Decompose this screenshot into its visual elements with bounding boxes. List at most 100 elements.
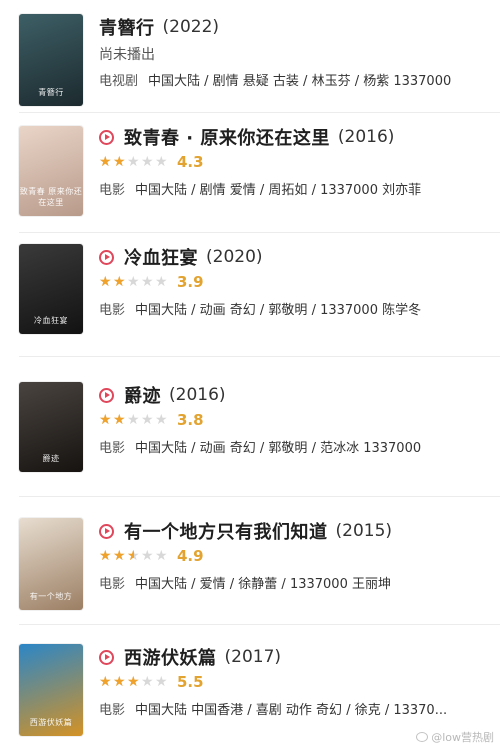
rating-stars: ★ ★ ★ ★ ★ ★ ★ [99, 155, 169, 169]
star-icon: ★ ★ [127, 548, 140, 564]
poster-title-text: 致青春 原来你还在这里 [19, 187, 83, 207]
title-row: 冷血狂宴 (2020) [99, 244, 492, 270]
star-icon: ★ ★ [99, 412, 112, 428]
star-icon: ★ ★ [99, 548, 112, 564]
meta-text: 中国大陆 中国香港 / 喜剧 动作 奇幻 / 徐克 / 13370... [135, 703, 448, 718]
meta-text: 中国大陆 / 爱情 / 徐静蕾 / 1337000 王丽坤 [135, 577, 391, 592]
movie-poster[interactable]: 致青春 原来你还在这里 [19, 126, 83, 216]
movie-title[interactable]: 冷血狂宴 [124, 244, 198, 270]
movie-year: (2017) [224, 647, 282, 667]
star-icon: ★ ★ [113, 548, 126, 564]
star-icon: ★ [127, 274, 140, 290]
divider [19, 356, 500, 357]
list-item[interactable]: 西游伏妖篇 西游伏妖篇 (2017) ★ ★ ★ ★ ★ ★ ★ ★ 5.5 电影 中国大陆 中国香港 /… [0, 644, 500, 742]
meta-text: 中国大陆 / 动画 奇幻 / 郭敬明 / 1337000 陈学冬 [135, 303, 422, 318]
star-icon: ★ ★ [113, 274, 126, 290]
star-icon: ★ ★ [113, 154, 126, 170]
star-icon: ★ [141, 274, 154, 290]
movie-title[interactable]: 爵迹 [124, 382, 161, 408]
movie-meta: 电影 中国大陆 / 动画 奇幻 / 郭敬明 / 范冰冰 1337000 [99, 437, 492, 456]
movie-title[interactable]: 有一个地方只有我们知道 [124, 518, 328, 544]
divider [19, 112, 500, 113]
movie-info: 爵迹 (2016) ★ ★ ★ ★ ★ ★ ★ 3.8 电影 中国大陆 / 动画 奇幻 / 郭敬明 /… [99, 382, 492, 456]
meta-text: 中国大陆 / 剧情 悬疑 古装 / 林玉芬 / 杨紫 1337000 [148, 74, 452, 89]
star-icon: ★ [155, 412, 168, 428]
star-icon: ★ ★ [99, 274, 112, 290]
movie-poster[interactable]: 冷血狂宴 [19, 244, 83, 334]
movie-info: 西游伏妖篇 (2017) ★ ★ ★ ★ ★ ★ ★ ★ 5.5 电影 中国大陆 中国香港 / 喜剧 动… [99, 644, 492, 718]
category-label: 电影 [99, 303, 126, 318]
weibo-icon [416, 732, 429, 742]
list-item[interactable]: 爵迹 爵迹 (2016) ★ ★ ★ ★ ★ ★ ★ 3.8 电影 中国大陆 / 动画 奇幻 / 郭敬明… [0, 382, 500, 478]
star-icon: ★ ★ [99, 674, 112, 690]
title-row: 致青春 · 原来你还在这里 (2016) [99, 124, 492, 150]
star-icon: ★ [141, 548, 154, 564]
movie-title[interactable]: 致青春 · 原来你还在这里 [124, 124, 330, 150]
play-icon[interactable] [99, 387, 114, 403]
star-icon: ★ ★ [113, 412, 126, 428]
category-label: 电视剧 [99, 74, 139, 89]
star-icon: ★ ★ [99, 154, 112, 170]
list-item[interactable]: 青簪行 青簪行 (2022) 尚未播出 电视剧 中国大陆 / 剧情 悬疑 古装 / 林玉芬… [0, 14, 500, 112]
title-row: 爵迹 (2016) [99, 382, 492, 408]
poster-title-text: 西游伏妖篇 [29, 718, 73, 727]
watermark: @low营热剧 [416, 729, 494, 745]
list-item[interactable]: 有一个地方 有一个地方只有我们知道 (2015) ★ ★ ★ ★ ★ ★ ★ ★ 4.9 电影 中国大陆 … [0, 518, 500, 616]
movie-poster[interactable]: 青簪行 [19, 14, 83, 106]
list-item[interactable]: 致青春 原来你还在这里 致青春 · 原来你还在这里 (2016) ★ ★ ★ ★ ★ ★ ★ 4.3… [0, 124, 500, 220]
movie-info: 有一个地方只有我们知道 (2015) ★ ★ ★ ★ ★ ★ ★ ★ 4.9 电影 中国大陆 / 爱情 … [99, 518, 492, 592]
category-label: 电影 [99, 183, 126, 198]
poster-title-text: 冷血狂宴 [34, 316, 68, 325]
rating-score: 3.9 [177, 273, 204, 291]
star-icon: ★ [155, 674, 168, 690]
movie-info: 冷血狂宴 (2020) ★ ★ ★ ★ ★ ★ ★ 3.9 电影 中国大陆 / 动画 奇幻 / 郭敬明… [99, 244, 492, 318]
star-icon: ★ [141, 154, 154, 170]
poster-title-text: 爵迹 [42, 454, 60, 463]
rating-stars: ★ ★ ★ ★ ★ ★ ★ ★ [99, 675, 169, 689]
movie-year: (2015) [335, 521, 393, 541]
rating-score: 4.3 [177, 153, 204, 171]
star-icon: ★ [155, 274, 168, 290]
poster-title-text: 有一个地方 [29, 592, 73, 601]
star-icon: ★ [127, 154, 140, 170]
category-label: 电影 [99, 577, 126, 592]
rating-row: ★ ★ ★ ★ ★ ★ ★ ★ 4.9 [99, 545, 492, 567]
rating-stars: ★ ★ ★ ★ ★ ★ ★ ★ [99, 549, 169, 563]
movie-title[interactable]: 青簪行 [99, 14, 155, 40]
movie-poster[interactable]: 爵迹 [19, 382, 83, 472]
movie-title[interactable]: 西游伏妖篇 [124, 644, 217, 670]
meta-text: 中国大陆 / 动画 奇幻 / 郭敬明 / 范冰冰 1337000 [135, 441, 422, 456]
movie-info: 青簪行 (2022) 尚未播出 电视剧 中国大陆 / 剧情 悬疑 古装 / 林玉芬 / … [99, 14, 492, 89]
release-status: 尚未播出 [99, 47, 155, 63]
movie-year: (2016) [169, 385, 226, 405]
play-icon[interactable] [99, 523, 114, 539]
star-icon: ★ ★ [113, 674, 126, 690]
movie-poster[interactable]: 有一个地方 [19, 518, 83, 610]
star-icon: ★ [141, 674, 154, 690]
rating-stars: ★ ★ ★ ★ ★ ★ ★ [99, 413, 169, 427]
title-row: 有一个地方只有我们知道 (2015) [99, 518, 492, 544]
movie-meta: 电视剧 中国大陆 / 剧情 悬疑 古装 / 林玉芬 / 杨紫 1337000 [99, 70, 492, 89]
movie-year: (2020) [206, 247, 263, 267]
movie-year: (2016) [337, 127, 395, 147]
poster-title-text: 青簪行 [38, 88, 64, 97]
rating-row: ★ ★ ★ ★ ★ ★ ★ 4.3 [99, 151, 492, 173]
divider [19, 624, 500, 625]
star-icon: ★ [141, 412, 154, 428]
play-icon[interactable] [99, 649, 114, 665]
play-icon[interactable] [99, 249, 114, 265]
rating-score: 4.9 [177, 547, 204, 565]
star-icon: ★ [155, 154, 168, 170]
rating-row: ★ ★ ★ ★ ★ ★ ★ 3.9 [99, 271, 492, 293]
rating-row: ★ ★ ★ ★ ★ ★ ★ ★ 5.5 [99, 671, 492, 693]
movie-poster[interactable]: 西游伏妖篇 [19, 644, 83, 736]
star-icon: ★ [155, 548, 168, 564]
list-item[interactable]: 冷血狂宴 冷血狂宴 (2020) ★ ★ ★ ★ ★ ★ ★ 3.9 电影 中国大陆 / 动画 奇幻 /… [0, 244, 500, 340]
star-icon: ★ ★ [127, 674, 140, 690]
rating-stars: ★ ★ ★ ★ ★ ★ ★ [99, 275, 169, 289]
rating-score: 5.5 [177, 673, 204, 691]
movie-list: 青簪行 青簪行 (2022) 尚未播出 电视剧 中国大陆 / 剧情 悬疑 古装 / 林玉芬… [0, 0, 500, 749]
movie-info: 致青春 · 原来你还在这里 (2016) ★ ★ ★ ★ ★ ★ ★ 4.3 电影 中国大陆 / 剧情… [99, 124, 492, 198]
movie-meta: 电影 中国大陆 / 剧情 爱情 / 周拓如 / 1337000 刘亦菲 [99, 179, 492, 198]
play-icon[interactable] [99, 129, 114, 145]
